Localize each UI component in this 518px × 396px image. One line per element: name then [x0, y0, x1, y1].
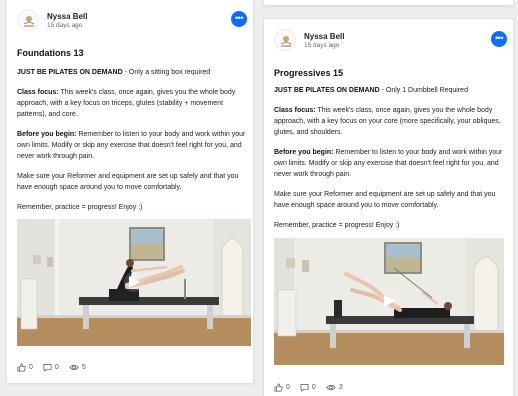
- post-title[interactable]: Progressives 15: [274, 68, 343, 78]
- post-date: 15 days ago: [304, 42, 340, 49]
- lead-rest: - Only a sitting box required: [122, 69, 211, 76]
- like-count: 0: [29, 364, 33, 371]
- comment-button[interactable]: 0: [300, 383, 316, 392]
- video-thumbnail: [17, 219, 251, 346]
- avatar[interactable]: [274, 29, 296, 51]
- begin-label: Before you begin:: [274, 149, 334, 156]
- logo-icon: [23, 16, 35, 27]
- comment-count: 0: [54, 364, 59, 371]
- eye-icon: [326, 384, 336, 391]
- video-thumbnail: [274, 238, 504, 365]
- comment-icon: [43, 363, 52, 372]
- comment-button[interactable]: 0: [43, 363, 59, 372]
- like-button[interactable]: 0: [17, 363, 33, 372]
- begin-label: Before you begin:: [17, 131, 77, 138]
- previous-post-card-edge: [263, 0, 514, 6]
- post-card: Nyssa Bell 15 days ago ••• Foundations 1…: [6, 0, 254, 384]
- thumbs-up-icon: [17, 363, 26, 372]
- comment-count: 0: [311, 384, 316, 391]
- more-horizontal-icon: •••: [495, 32, 503, 43]
- post-date: 15 days ago: [47, 22, 83, 29]
- lead-rest: - Only 1 Dumbbell Required: [379, 87, 468, 94]
- more-horizontal-icon: •••: [235, 12, 243, 23]
- post-header: Nyssa Bell 15 days ago •••: [274, 29, 507, 51]
- post-stats: 0 0 5: [17, 363, 86, 372]
- view-count: 5: [81, 364, 86, 371]
- lead-bold: JUST BE PILATES ON DEMAND: [17, 69, 123, 76]
- closing-text: Remember, practice = progress! Enjoy :): [17, 204, 143, 211]
- post-header: Nyssa Bell 15 days ago •••: [17, 9, 247, 31]
- comment-icon: [300, 383, 309, 392]
- focus-label: Class focus:: [274, 107, 316, 114]
- author-name[interactable]: Nyssa Bell: [47, 12, 87, 21]
- post-card: Nyssa Bell 15 days ago ••• Progressives …: [263, 18, 514, 396]
- like-button[interactable]: 0: [274, 383, 290, 392]
- post-title[interactable]: Foundations 13: [17, 48, 84, 58]
- more-options-button[interactable]: •••: [231, 11, 247, 27]
- more-options-button[interactable]: •••: [491, 31, 507, 47]
- logo-icon: [280, 36, 292, 47]
- views-stat: 5: [69, 363, 86, 372]
- closing-text: Remember, practice = progress! Enjoy :): [274, 222, 400, 229]
- setup-text: Make sure your Reformer and equipment ar…: [274, 191, 496, 209]
- video-player[interactable]: [17, 219, 251, 346]
- post-body: JUST BE PILATES ON DEMAND - Only 1 Dumbb…: [274, 85, 507, 231]
- eye-icon: [69, 364, 79, 371]
- post-body: JUST BE PILATES ON DEMAND - Only a sitti…: [17, 67, 247, 213]
- avatar[interactable]: [17, 9, 39, 31]
- thumbs-up-icon: [274, 383, 283, 392]
- lead-bold: JUST BE PILATES ON DEMAND: [274, 87, 380, 94]
- video-player[interactable]: [274, 238, 504, 365]
- setup-text: Make sure your Reformer and equipment ar…: [17, 173, 239, 191]
- author-name[interactable]: Nyssa Bell: [304, 32, 344, 41]
- post-stats: 0 0 2: [274, 383, 343, 392]
- like-count: 0: [286, 384, 290, 391]
- view-count: 2: [338, 384, 343, 391]
- focus-label: Class focus:: [17, 89, 59, 96]
- views-stat: 2: [326, 383, 343, 392]
